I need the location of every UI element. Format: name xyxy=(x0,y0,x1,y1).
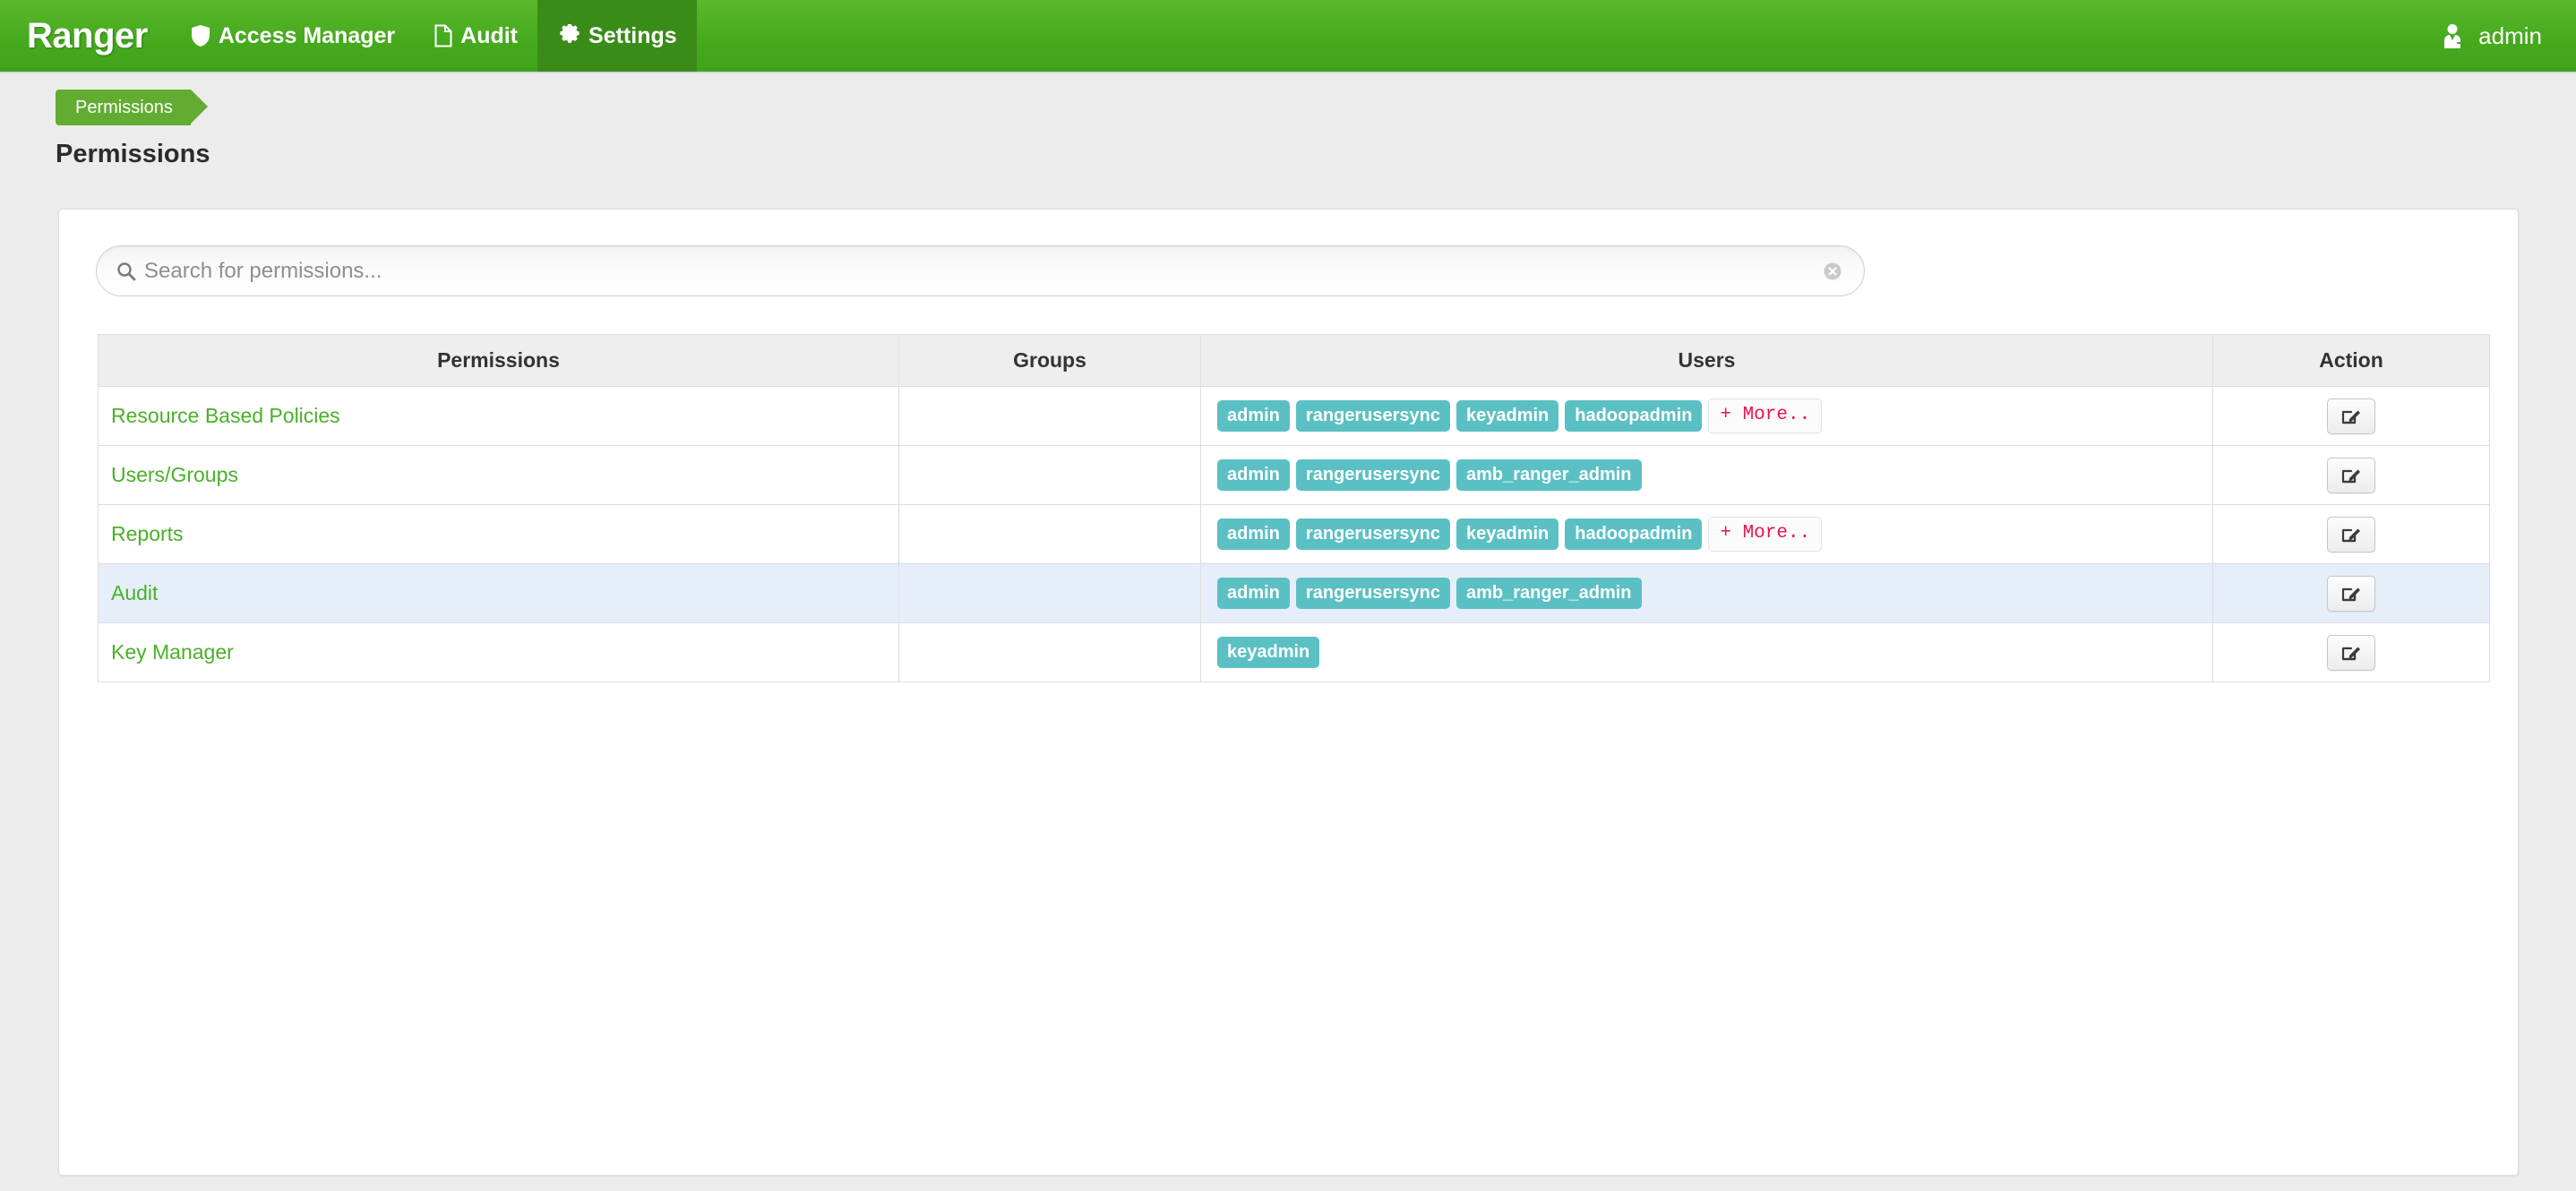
permission-link[interactable]: Users/Groups xyxy=(111,463,238,486)
cell-groups xyxy=(899,564,1201,623)
edit-permission-button[interactable] xyxy=(2327,635,2375,671)
user-badge[interactable]: keyadmin xyxy=(1456,518,1558,550)
user-badges: adminrangerusersyncamb_ranger_admin xyxy=(1214,459,2200,491)
search-row xyxy=(59,210,2518,296)
column-header-users: Users xyxy=(1201,335,2213,387)
edit-icon xyxy=(2340,405,2363,428)
user-name: admin xyxy=(2478,22,2542,50)
permission-link[interactable]: Reports xyxy=(111,522,184,545)
table-body: Resource Based Policiesadminrangerusersy… xyxy=(99,387,2490,682)
user-badge[interactable]: hadoopadmin xyxy=(1565,400,1702,432)
cell-users: adminrangerusersyncamb_ranger_admin xyxy=(1201,564,2213,623)
cell-groups xyxy=(899,446,1201,505)
edit-icon xyxy=(2340,464,2363,487)
edit-icon xyxy=(2340,523,2363,546)
user-badge[interactable]: hadoopadmin xyxy=(1565,518,1702,550)
nav-item-settings[interactable]: Settings xyxy=(537,0,697,72)
column-header-action: Action xyxy=(2213,335,2490,387)
permissions-panel: Permissions Groups Users Action Resource… xyxy=(58,209,2519,1176)
cell-permission: Users/Groups xyxy=(99,446,899,505)
edit-permission-button[interactable] xyxy=(2327,458,2375,493)
shield-icon xyxy=(191,24,210,47)
nav-item-label: Audit xyxy=(460,23,518,49)
column-header-permissions: Permissions xyxy=(99,335,899,387)
nav-item-label: Access Manager xyxy=(219,23,395,49)
edit-permission-button[interactable] xyxy=(2327,517,2375,553)
permissions-table: Permissions Groups Users Action Resource… xyxy=(98,334,2490,682)
permission-link[interactable]: Audit xyxy=(111,581,158,604)
search-input[interactable] xyxy=(144,259,1821,284)
table-row[interactable]: Audit adminrangerusersyncamb_ranger_admin xyxy=(99,564,2490,623)
cell-users: keyadmin xyxy=(1201,623,2213,682)
user-menu[interactable]: admin xyxy=(2423,0,2576,72)
cell-action xyxy=(2213,564,2490,623)
table-row[interactable]: Users/Groups adminrangerusersyncamb_range… xyxy=(99,446,2490,505)
user-badge[interactable]: keyadmin xyxy=(1456,400,1558,432)
cell-groups xyxy=(899,387,1201,446)
cell-users: adminrangerusersyncamb_ranger_admin xyxy=(1201,446,2213,505)
cell-action xyxy=(2213,623,2490,682)
more-users-button[interactable]: + More.. xyxy=(1708,517,1822,551)
table-header-row: Permissions Groups Users Action xyxy=(99,335,2490,387)
app-logo[interactable]: Ranger xyxy=(0,0,171,72)
clear-circle-icon[interactable] xyxy=(1821,260,1844,283)
main-nav: Access Manager Audit Settings xyxy=(171,0,697,72)
user-badges: adminrangerusersynckeyadminhadoopadmin+ … xyxy=(1214,398,2200,433)
nav-item-label: Settings xyxy=(588,23,677,49)
permissions-table-wrap: Permissions Groups Users Action Resource… xyxy=(59,296,2518,682)
edit-icon xyxy=(2340,582,2363,605)
cell-action xyxy=(2213,387,2490,446)
nav-item-audit[interactable]: Audit xyxy=(415,0,537,72)
user-badge[interactable]: rangerusersync xyxy=(1296,578,1450,609)
table-row[interactable]: Reports adminrangerusersynckeyadminhadoop… xyxy=(99,505,2490,564)
file-icon xyxy=(434,24,452,47)
user-badge[interactable]: admin xyxy=(1217,400,1290,432)
permission-link[interactable]: Key Manager xyxy=(111,640,234,664)
table-header: Permissions Groups Users Action xyxy=(99,335,2490,387)
user-badges: keyadmin xyxy=(1214,637,2200,668)
cell-users: adminrangerusersynckeyadminhadoopadmin+ … xyxy=(1201,505,2213,564)
user-badge[interactable]: rangerusersync xyxy=(1296,400,1450,432)
edit-icon xyxy=(2340,641,2363,664)
user-badge[interactable]: amb_ranger_admin xyxy=(1456,459,1642,491)
table-row[interactable]: Resource Based Policies adminrangerusersy… xyxy=(99,387,2490,446)
edit-permission-button[interactable] xyxy=(2327,398,2375,434)
user-badge[interactable]: amb_ranger_admin xyxy=(1456,578,1642,609)
cell-action xyxy=(2213,446,2490,505)
user-badges: adminrangerusersynckeyadminhadoopadmin+ … xyxy=(1214,517,2200,551)
cell-action xyxy=(2213,505,2490,564)
page-title: Permissions xyxy=(56,140,2576,169)
table-row[interactable]: Key Manager keyadmin xyxy=(99,623,2490,682)
gear-icon xyxy=(557,24,580,47)
user-badge[interactable]: admin xyxy=(1217,518,1290,550)
user-badge[interactable]: rangerusersync xyxy=(1296,518,1450,550)
user-badges: adminrangerusersyncamb_ranger_admin xyxy=(1214,578,2200,609)
user-badge[interactable]: admin xyxy=(1217,578,1290,609)
cell-permission: Key Manager xyxy=(99,623,899,682)
user-badge[interactable]: keyadmin xyxy=(1217,637,1319,668)
user-badge[interactable]: admin xyxy=(1217,459,1290,491)
more-users-button[interactable]: + More.. xyxy=(1708,398,1822,433)
cell-groups xyxy=(899,505,1201,564)
top-navbar: Ranger Access Manager Audit Settings xyxy=(0,0,2576,73)
breadcrumb: Permissions xyxy=(0,73,2576,120)
permission-link[interactable]: Resource Based Policies xyxy=(111,404,340,427)
cell-groups xyxy=(899,623,1201,682)
cell-permission: Resource Based Policies xyxy=(99,387,899,446)
edit-permission-button[interactable] xyxy=(2327,576,2375,612)
cell-permission: Audit xyxy=(99,564,899,623)
cell-users: adminrangerusersynckeyadminhadoopadmin+ … xyxy=(1201,387,2213,446)
search-icon xyxy=(116,261,136,281)
search-box[interactable] xyxy=(96,245,1865,296)
breadcrumb-item-permissions[interactable]: Permissions xyxy=(56,90,191,125)
column-header-groups: Groups xyxy=(899,335,1201,387)
cell-permission: Reports xyxy=(99,505,899,564)
user-badge[interactable]: rangerusersync xyxy=(1296,459,1450,491)
user-avatar-icon xyxy=(2441,22,2468,49)
nav-item-access-manager[interactable]: Access Manager xyxy=(171,0,415,72)
